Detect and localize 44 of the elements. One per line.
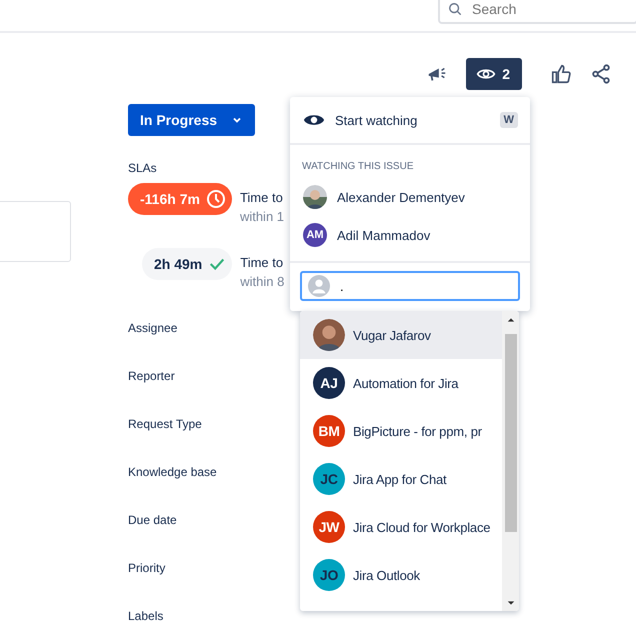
- field-label: Reporter: [128, 369, 175, 383]
- clock-icon: [206, 189, 226, 209]
- scrollbar[interactable]: [502, 311, 519, 611]
- avatar-initials: AJ: [313, 367, 345, 399]
- start-watching-item[interactable]: Start watching W: [290, 97, 530, 145]
- scroll-up-arrow-icon[interactable]: [506, 316, 514, 324]
- field-label: Priority: [128, 561, 166, 575]
- search-field[interactable]: Search: [438, 0, 636, 24]
- field-label: Knowledge base: [128, 465, 217, 479]
- field-label: Due date: [128, 513, 177, 527]
- avatar-initials: BM: [313, 415, 345, 447]
- sla-target: within 8: [240, 273, 284, 291]
- field-label: Assignee: [128, 321, 178, 335]
- avatar-initials: JC: [313, 463, 345, 495]
- share-icon[interactable]: [590, 63, 612, 85]
- sla-name: Time to: [240, 189, 284, 207]
- thumbs-up-icon[interactable]: [550, 63, 572, 85]
- field-label: Request Type: [128, 417, 202, 431]
- user-icon: [308, 275, 330, 297]
- sla-timer: -116h 7m: [128, 183, 232, 215]
- scroll-down-arrow-icon[interactable]: [506, 599, 514, 607]
- field-label: Labels: [128, 609, 164, 623]
- shortcut-key: W: [500, 112, 518, 128]
- status-dropdown[interactable]: In Progress: [128, 104, 255, 136]
- watcher-name: Alexander Dementyev: [337, 190, 465, 204]
- watch-button[interactable]: 2: [466, 58, 522, 90]
- user-option[interactable]: AJ Automation for Jira: [300, 359, 502, 407]
- avatar-initials: JO: [313, 559, 345, 591]
- user-search-field[interactable]: .: [300, 271, 520, 301]
- section-label: SLAs: [128, 161, 157, 175]
- user-option[interactable]: JW Jira Cloud for Workplace: [300, 503, 502, 551]
- user-option[interactable]: Vugar Jafarov: [300, 311, 502, 359]
- user-option[interactable]: JC Jira App for Chat: [300, 455, 502, 503]
- sla-target: within 1: [240, 208, 284, 226]
- sla-timer: 2h 49m: [142, 248, 232, 280]
- watcher-name: Adil Mammadov: [337, 228, 430, 242]
- search-icon: [448, 2, 462, 16]
- user-option[interactable]: BM BigPicture - for ppm, pr: [300, 407, 502, 455]
- avatar-initials: AM: [303, 223, 327, 247]
- sla-name: Time to: [240, 254, 284, 272]
- user-option[interactable]: JO Jira Outlook: [300, 551, 502, 599]
- card-background: [0, 201, 71, 262]
- avatar-initials: JW: [313, 511, 345, 543]
- section-heading: WATCHING THIS ISSUE: [301, 160, 414, 174]
